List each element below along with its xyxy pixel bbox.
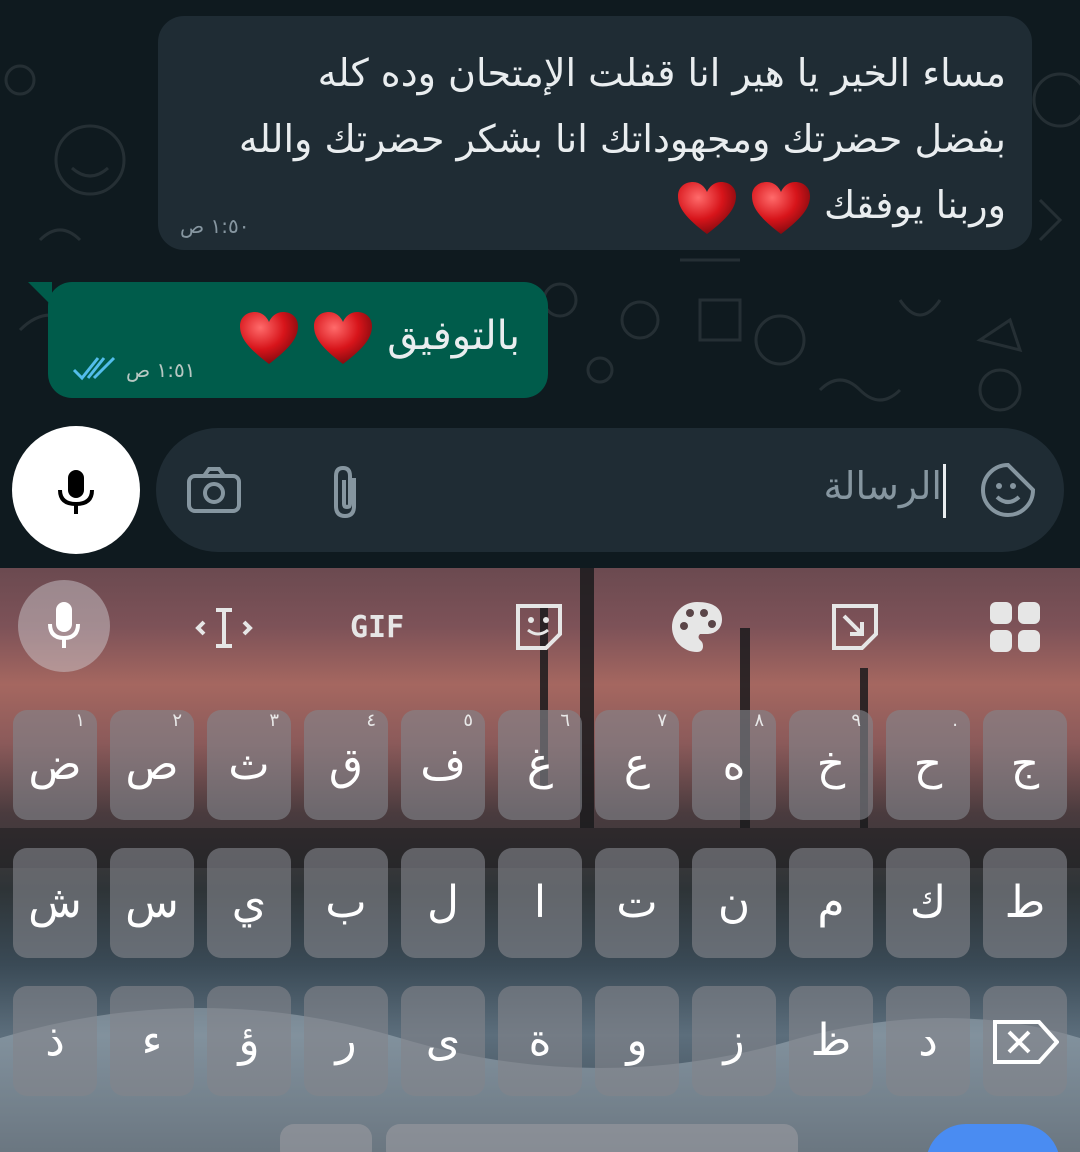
key[interactable]: و	[595, 986, 679, 1096]
key[interactable]: ٣ث	[207, 710, 291, 820]
incoming-line-1: مساء الخير يا هير انا قفلت الإمتحان وده …	[317, 51, 1006, 95]
key[interactable]: ٤ق	[304, 710, 388, 820]
key[interactable]: ذ	[13, 986, 97, 1096]
key[interactable]: ء	[110, 986, 194, 1096]
key-label: ح	[913, 739, 943, 790]
key-label: ه	[722, 739, 746, 790]
key-hint: ٢	[172, 710, 182, 731]
text-cursor-icon	[195, 608, 253, 648]
key[interactable]: ٥ف	[401, 710, 485, 820]
key-hint: ٧	[657, 710, 667, 731]
message-input[interactable]: الرسالة	[824, 464, 942, 508]
outgoing-message-text: بالتوفيق	[238, 308, 520, 366]
resize-icon	[832, 604, 878, 650]
key[interactable]: ط	[983, 848, 1067, 958]
microphone-icon	[48, 602, 80, 648]
incoming-line-3-text: وربنا يوفقك	[823, 183, 1006, 227]
key[interactable]	[280, 1124, 372, 1152]
key[interactable]: د	[886, 986, 970, 1096]
key[interactable]: ٩خ	[789, 710, 873, 820]
key[interactable]: ك	[886, 848, 970, 958]
key[interactable]: ش	[13, 848, 97, 958]
text-cursor	[943, 464, 946, 518]
key[interactable]: .ح	[886, 710, 970, 820]
incoming-line-2: بفضل حضرتك ومجهوداتك انا بشكر حضرتك والل…	[238, 117, 1006, 161]
gif-button[interactable]: GIF	[336, 582, 426, 672]
outgoing-message-time: ١:٥١ ص	[126, 358, 196, 382]
heart-emoji-icon	[314, 312, 373, 364]
attach-paperclip-icon[interactable]	[326, 464, 366, 520]
sticker-emoji-icon[interactable]	[980, 462, 1036, 518]
key-hint: ٩	[851, 710, 861, 731]
palette-icon	[671, 602, 722, 652]
text-cursor-control-button[interactable]	[178, 582, 268, 672]
theme-palette-button[interactable]	[652, 582, 742, 672]
key[interactable]: ز	[692, 986, 776, 1096]
backspace-key[interactable]	[983, 986, 1067, 1096]
floating-keyboard-button[interactable]	[810, 582, 900, 672]
read-ticks-icon	[72, 356, 116, 381]
gif-label: GIF	[350, 610, 405, 645]
key[interactable]: ت	[595, 848, 679, 958]
space-bar[interactable]	[386, 1124, 798, 1152]
key[interactable]: م	[789, 848, 873, 958]
microphone-icon	[58, 470, 94, 514]
key[interactable]: ر	[304, 986, 388, 1096]
key-hint: ٥	[463, 710, 473, 731]
key-label: ع	[623, 739, 651, 790]
key[interactable]: ٢ص	[110, 710, 194, 820]
key[interactable]: ؤ	[207, 986, 291, 1096]
key-label: ج	[1010, 739, 1040, 790]
outgoing-text: بالتوفيق	[387, 313, 520, 359]
key-hint: ١	[75, 710, 85, 731]
key[interactable]: ى	[401, 986, 485, 1096]
key-hint: ٦	[560, 710, 570, 731]
on-screen-keyboard: GIF ج .ح ٩خ ٨ه ٧ع ٦غ ٥ف ٤ق ٣ ث ٢ ص ١ ض ط…	[0, 568, 1080, 1152]
voice-record-button[interactable]	[12, 426, 140, 554]
key-label: خ	[816, 739, 846, 790]
key[interactable]: س	[110, 848, 194, 958]
incoming-line-3: وربنا يوفقك	[186, 172, 1006, 238]
key[interactable]: ب	[304, 848, 388, 958]
key[interactable]: ن	[692, 848, 776, 958]
heart-emoji-icon	[677, 181, 736, 234]
key-label: ث	[228, 739, 270, 790]
heart-emoji-icon	[239, 312, 298, 364]
key-label: ض	[28, 739, 82, 790]
keyboard-voice-input-button[interactable]	[18, 580, 110, 672]
key[interactable]: ٧ع	[595, 710, 679, 820]
key[interactable]: ل	[401, 848, 485, 958]
key[interactable]: ا	[498, 848, 582, 958]
grid-icon	[990, 602, 1040, 652]
key-label: ق	[328, 739, 364, 790]
incoming-message-time: ١:٥٠ ص	[180, 214, 250, 238]
heart-emoji-icon	[751, 181, 810, 234]
key-label: غ	[526, 739, 554, 790]
key[interactable]: ة	[498, 986, 582, 1096]
key-label: ص	[125, 739, 179, 790]
key-hint: ٨	[754, 710, 764, 731]
key[interactable]: ي	[207, 848, 291, 958]
key[interactable]: ظ	[789, 986, 873, 1096]
camera-icon[interactable]	[186, 466, 242, 514]
incoming-message-bubble[interactable]: مساء الخير يا هير انا قفلت الإمتحان وده …	[158, 16, 1032, 250]
incoming-message-text: مساء الخير يا هير انا قفلت الإمتحان وده …	[186, 40, 1006, 238]
key-hint: ٤	[366, 710, 376, 731]
key[interactable]: ٨ه	[692, 710, 776, 820]
key-label: ف	[420, 739, 466, 790]
apps-menu-button[interactable]	[976, 582, 1066, 672]
sticker-button[interactable]	[494, 582, 584, 672]
key[interactable]: ج	[983, 710, 1067, 820]
chat-area: مساء الخير يا هير انا قفلت الإمتحان وده …	[0, 0, 1080, 568]
key-hint: .	[952, 710, 958, 731]
backspace-icon	[993, 1020, 1059, 1064]
outgoing-message-bubble[interactable]: بالتوفيق ١:٥١ ص	[28, 282, 548, 398]
key[interactable]: ١ض	[13, 710, 97, 820]
message-composer[interactable]: الرسالة	[156, 428, 1064, 552]
sticker-icon	[516, 604, 562, 650]
key[interactable]: ٦غ	[498, 710, 582, 820]
key-hint: ٣	[269, 710, 279, 731]
